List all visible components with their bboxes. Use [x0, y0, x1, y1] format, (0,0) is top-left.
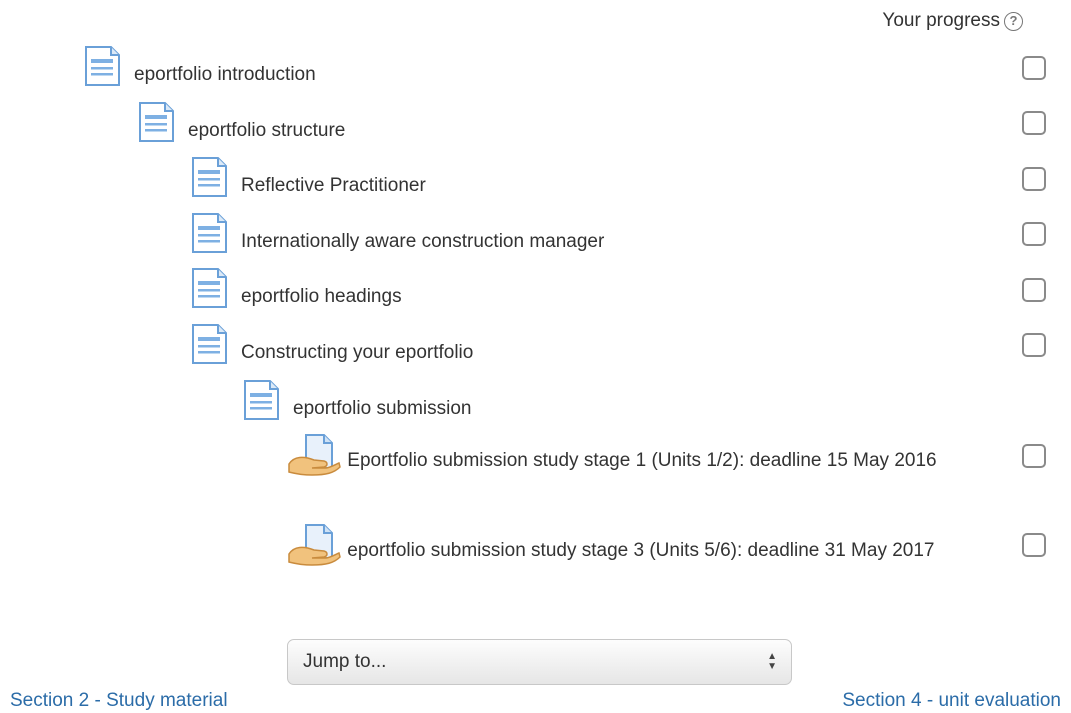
page-icon: [189, 324, 229, 364]
activity-link[interactable]: eportfolio headings: [241, 282, 402, 311]
activity-link[interactable]: Internationally aware construction manag…: [241, 227, 604, 256]
activity-constructing-eportfolio[interactable]: Constructing your eportfolio: [189, 324, 473, 367]
activity-eportfolio-submission[interactable]: eportfolio submission: [241, 380, 471, 423]
help-icon[interactable]: ?: [1004, 11, 1023, 31]
page-icon: [82, 46, 122, 86]
page-icon: [136, 102, 176, 142]
activity-link[interactable]: Constructing your eportfolio: [241, 338, 473, 367]
previous-section-link[interactable]: Section 2 - Study material: [10, 690, 228, 712]
select-arrows-icon: ▲ ▼: [767, 651, 777, 672]
completion-checkbox[interactable]: [1022, 111, 1046, 135]
jump-to-selected: Jump to...: [303, 651, 387, 672]
activity-internationally-aware[interactable]: Internationally aware construction manag…: [189, 213, 604, 256]
activity-link[interactable]: eportfolio submission study stage 3 (Uni…: [288, 524, 983, 568]
completion-checkbox[interactable]: [1022, 56, 1046, 80]
jump-to-select[interactable]: Jump to... ▲ ▼: [287, 639, 792, 685]
completion-checkbox[interactable]: [1022, 533, 1046, 557]
completion-checkbox[interactable]: [1022, 222, 1046, 246]
activity-link[interactable]: eportfolio introduction: [134, 60, 316, 89]
completion-checkbox[interactable]: [1022, 444, 1046, 468]
activity-reflective-practitioner[interactable]: Reflective Practitioner: [189, 157, 426, 200]
page-icon: [189, 268, 229, 308]
page-icon: [189, 213, 229, 253]
assignment-icon: [288, 524, 342, 566]
activity-link-text[interactable]: Eportfolio submission study stage 1 (Uni…: [347, 450, 936, 471]
activity-eportfolio-headings[interactable]: eportfolio headings: [189, 268, 402, 311]
activity-link[interactable]: Reflective Practitioner: [241, 171, 426, 200]
activity-link[interactable]: Eportfolio submission study stage 1 (Uni…: [288, 434, 983, 478]
activity-submission-stage-1[interactable]: Eportfolio submission study stage 1 (Uni…: [288, 434, 983, 478]
page-icon: [189, 157, 229, 197]
completion-checkbox[interactable]: [1022, 278, 1046, 302]
activity-eportfolio-introduction[interactable]: eportfolio introduction: [82, 46, 316, 89]
activity-link[interactable]: eportfolio submission: [293, 394, 471, 423]
progress-label: Your progress: [882, 10, 1000, 31]
activity-link-text[interactable]: eportfolio submission study stage 3 (Uni…: [347, 540, 934, 561]
next-section-link[interactable]: Section 4 - unit evaluation: [842, 690, 1061, 712]
completion-checkbox[interactable]: [1022, 333, 1046, 357]
activity-eportfolio-structure[interactable]: eportfolio structure: [136, 102, 345, 145]
activity-submission-stage-3[interactable]: eportfolio submission study stage 3 (Uni…: [288, 524, 983, 568]
assignment-icon: [288, 434, 342, 476]
completion-checkbox[interactable]: [1022, 167, 1046, 191]
progress-header: Your progress ?: [882, 10, 1023, 32]
page-icon: [241, 380, 281, 420]
activity-link[interactable]: eportfolio structure: [188, 116, 345, 145]
